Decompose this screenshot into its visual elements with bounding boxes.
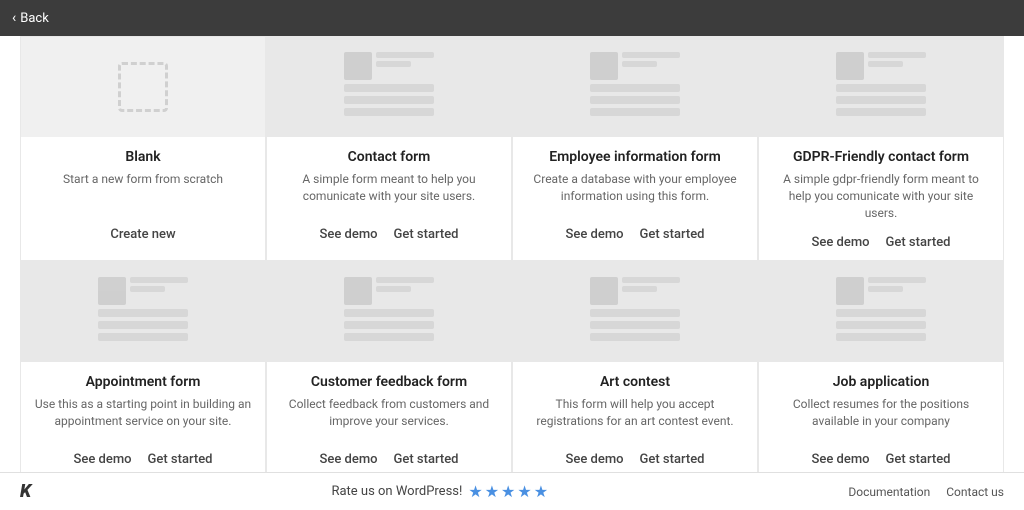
thumbnail-gdpr xyxy=(759,37,1003,137)
card-name-appointment: Appointment form xyxy=(86,374,201,390)
card-desc-contest: This form will help you accept registrat… xyxy=(513,396,757,438)
card-desc-appointment: Use this as a starting point in building… xyxy=(21,396,265,438)
card-actions-blank: Create new xyxy=(110,227,175,242)
back-label: Back xyxy=(20,11,49,26)
contact-us-link[interactable]: Contact us xyxy=(946,485,1004,499)
thumbnail-job xyxy=(759,262,1003,362)
get-started-link-feedback[interactable]: Get started xyxy=(394,452,459,467)
form-shape-employee xyxy=(590,52,680,122)
get-started-link-gdpr[interactable]: Get started xyxy=(886,235,951,250)
card-desc-feedback: Collect feedback from customers and impr… xyxy=(267,396,511,438)
back-arrow-icon: ‹ xyxy=(12,10,16,26)
card-name-blank: Blank xyxy=(125,149,160,165)
card-desc-gdpr: A simple gdpr-friendly form meant to hel… xyxy=(759,171,1003,221)
get-started-link-employee[interactable]: Get started xyxy=(640,227,705,242)
form-shape-contest xyxy=(590,277,680,347)
card-desc-employee: Create a database with your employee inf… xyxy=(513,171,757,213)
bottom-links: Documentation Contact us xyxy=(848,485,1004,499)
form-shape-job xyxy=(836,277,926,347)
card-name-contact: Contact form xyxy=(348,149,431,165)
card-desc-blank: Start a new form from scratch xyxy=(51,171,235,213)
template-card-appointment: Appointment form Use this as a starting … xyxy=(20,261,266,472)
rate-us-section: Rate us on WordPress! ★ ★ ★ ★ ★ xyxy=(331,482,548,501)
main-content: Blank Start a new form from scratch Crea… xyxy=(0,36,1024,472)
thumbnail-employee xyxy=(513,37,757,137)
template-card-contest: Art contest This form will help you acce… xyxy=(512,261,758,472)
get-started-link-contest[interactable]: Get started xyxy=(640,452,705,467)
card-name-feedback: Customer feedback form xyxy=(311,374,467,390)
star-2: ★ xyxy=(485,482,499,501)
card-name-gdpr: GDPR-Friendly contact form xyxy=(793,149,969,165)
see-demo-link-appointment[interactable]: See demo xyxy=(74,452,132,467)
blank-icon xyxy=(118,62,168,112)
see-demo-link-gdpr[interactable]: See demo xyxy=(812,235,870,250)
star-5: ★ xyxy=(534,482,548,501)
stars-container: ★ ★ ★ ★ ★ xyxy=(468,482,548,501)
card-name-employee: Employee information form xyxy=(549,149,721,165)
form-shape-contact xyxy=(344,52,434,122)
top-bar: ‹ Back xyxy=(0,0,1024,36)
back-button[interactable]: ‹ Back xyxy=(12,10,49,26)
form-shape-appointment xyxy=(98,277,188,347)
see-demo-link-employee[interactable]: See demo xyxy=(566,227,624,242)
card-actions-gdpr: See demo Get started xyxy=(812,235,951,250)
thumbnail-feedback xyxy=(267,262,511,362)
card-desc-job: Collect resumes for the positions availa… xyxy=(759,396,1003,438)
get-started-link-job[interactable]: Get started xyxy=(886,452,951,467)
thumbnail-appointment xyxy=(21,262,265,362)
card-desc-contact: A simple form meant to help you comunica… xyxy=(267,171,511,213)
documentation-link[interactable]: Documentation xyxy=(848,485,930,499)
template-card-blank: Blank Start a new form from scratch Crea… xyxy=(20,36,266,261)
card-actions-appointment: See demo Get started xyxy=(74,452,213,467)
rate-us-text: Rate us on WordPress! xyxy=(331,484,462,499)
template-card-feedback: Customer feedback form Collect feedback … xyxy=(266,261,512,472)
templates-grid: Blank Start a new form from scratch Crea… xyxy=(20,36,1004,472)
template-card-employee: Employee information form Create a datab… xyxy=(512,36,758,261)
template-card-contact: Contact form A simple form meant to help… xyxy=(266,36,512,261)
bottom-bar: K Rate us on WordPress! ★ ★ ★ ★ ★ Docume… xyxy=(0,472,1024,510)
star-1: ★ xyxy=(468,482,482,501)
template-card-gdpr: GDPR-Friendly contact form A simple gdpr… xyxy=(758,36,1004,261)
thumbnail-contact xyxy=(267,37,511,137)
see-demo-link-feedback[interactable]: See demo xyxy=(320,452,378,467)
form-shape-gdpr xyxy=(836,52,926,122)
card-actions-feedback: See demo Get started xyxy=(320,452,459,467)
get-started-link-contact[interactable]: Get started xyxy=(394,227,459,242)
see-demo-link-contact[interactable]: See demo xyxy=(320,227,378,242)
see-demo-link-job[interactable]: See demo xyxy=(812,452,870,467)
star-4: ★ xyxy=(517,482,531,501)
star-3: ★ xyxy=(501,482,515,501)
card-name-job: Job application xyxy=(833,374,930,390)
card-actions-job: See demo Get started xyxy=(812,452,951,467)
card-name-contest: Art contest xyxy=(600,374,670,390)
see-demo-link-contest[interactable]: See demo xyxy=(566,452,624,467)
form-shape-feedback xyxy=(344,277,434,347)
get-started-link-appointment[interactable]: Get started xyxy=(148,452,213,467)
template-card-job: Job application Collect resumes for the … xyxy=(758,261,1004,472)
card-actions-employee: See demo Get started xyxy=(566,227,705,242)
create-new-link[interactable]: Create new xyxy=(110,227,175,242)
card-actions-contest: See demo Get started xyxy=(566,452,705,467)
thumbnail-contest xyxy=(513,262,757,362)
card-actions-contact: See demo Get started xyxy=(320,227,459,242)
brand-logo: K xyxy=(20,481,31,502)
thumbnail-blank xyxy=(21,37,265,137)
